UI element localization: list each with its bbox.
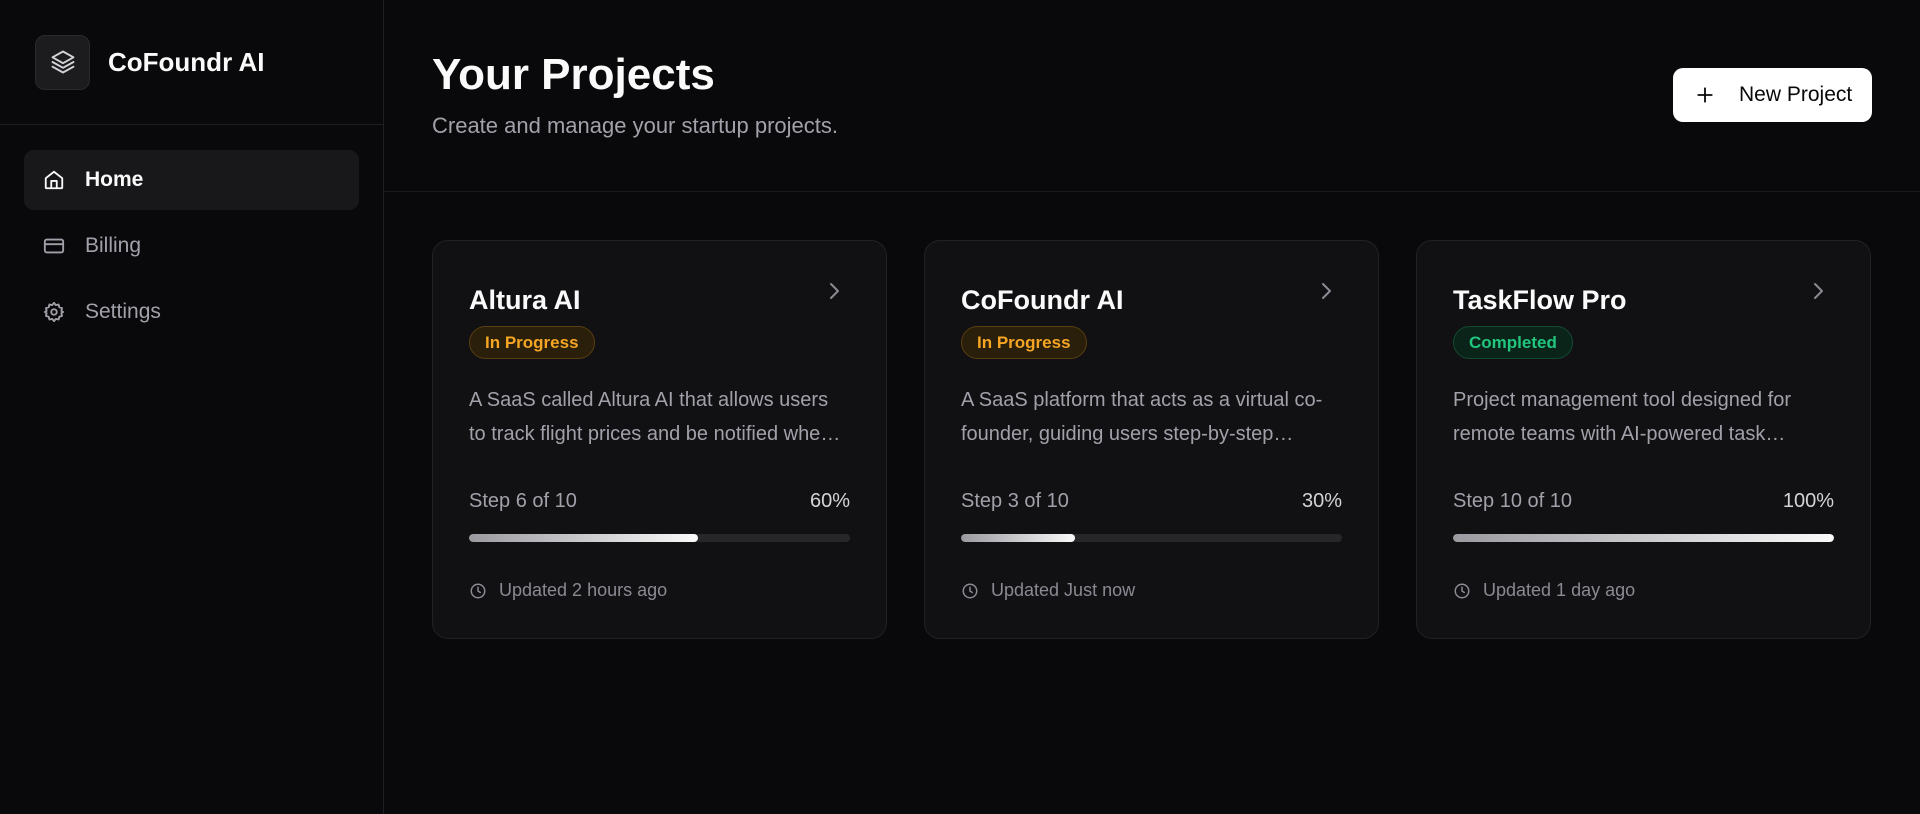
page-subtitle: Create and manage your startup projects. [432, 113, 839, 138]
chevron-right-icon[interactable] [1806, 279, 1830, 303]
project-description: A SaaS platform that acts as a virtual c… [961, 389, 1323, 445]
progress-bar [1453, 534, 1834, 542]
sidebar-item-settings[interactable]: Settings [24, 282, 359, 342]
status-badge: Completed [1453, 326, 1573, 359]
project-card[interactable]: CoFoundr AI In Progress A SaaS platform … [924, 240, 1379, 639]
credit-card-icon [42, 234, 66, 258]
project-description: A SaaS called Altura AI that allows user… [469, 389, 832, 445]
clock-icon [961, 581, 981, 601]
progress-info: Step 3 of 10 30% [961, 490, 1342, 513]
progress-bar-fill [469, 534, 698, 542]
brand-name: CoFoundr AI [108, 46, 265, 77]
new-project-button[interactable]: New Project [1673, 68, 1872, 122]
project-name: CoFoundr AI [961, 285, 1124, 315]
plus-icon [1695, 85, 1715, 105]
progress-bar [469, 534, 850, 542]
layers-logo-icon [35, 34, 90, 90]
project-name: Altura AI [469, 285, 581, 315]
progress-bar [961, 534, 1342, 542]
new-project-label: New Project [1739, 83, 1853, 106]
app-root: CoFoundr AI Home Billing Settings Your P… [0, 0, 1920, 814]
brand[interactable]: CoFoundr AI [0, 0, 383, 125]
updated-text: Updated Just now [991, 580, 1136, 600]
progress-info: Step 10 of 10 100% [1453, 490, 1834, 513]
chevron-right-icon[interactable] [822, 279, 846, 303]
project-card[interactable]: Altura AI In Progress A SaaS called Altu… [432, 240, 887, 639]
clock-icon [469, 581, 489, 601]
progress-percent: 100% [1782, 490, 1834, 512]
progress-bar-fill [1453, 534, 1834, 542]
sidebar: CoFoundr AI Home Billing Settings [0, 0, 384, 814]
page-title: Your Projects [432, 50, 715, 99]
sidebar-item-label: Settings [85, 300, 161, 323]
sidebar-nav: Home Billing Settings [0, 125, 383, 373]
progress-info: Step 6 of 10 60% [469, 490, 850, 513]
sidebar-item-home[interactable]: Home [24, 150, 359, 210]
projects-grid: Altura AI In Progress A SaaS called Altu… [432, 240, 1871, 639]
updated-info: Updated Just now [961, 580, 1135, 601]
status-badge: In Progress [961, 326, 1087, 359]
chevron-right-icon[interactable] [1314, 279, 1338, 303]
sidebar-item-label: Home [85, 168, 144, 191]
progress-percent: 30% [1301, 490, 1342, 512]
updated-info: Updated 2 hours ago [469, 580, 667, 601]
step-label: Step 3 of 10 [961, 490, 1069, 512]
sidebar-item-label: Billing [85, 234, 142, 257]
step-label: Step 10 of 10 [1453, 490, 1572, 512]
progress-bar-fill [961, 534, 1076, 542]
project-name: TaskFlow Pro [1453, 285, 1627, 315]
status-badge: In Progress [469, 326, 595, 359]
project-description: Project management tool designed for rem… [1453, 389, 1791, 445]
main-content: Your Projects Create and manage your sta… [384, 0, 1920, 814]
updated-text: Updated 2 hours ago [499, 580, 668, 600]
clock-icon [1453, 581, 1473, 601]
updated-info: Updated 1 day ago [1453, 580, 1635, 601]
updated-text: Updated 1 day ago [1483, 580, 1636, 600]
page-header: Your Projects Create and manage your sta… [384, 0, 1920, 192]
project-card[interactable]: TaskFlow Pro Completed Project managemen… [1416, 240, 1871, 639]
sidebar-item-billing[interactable]: Billing [24, 216, 359, 276]
gear-icon [42, 300, 66, 324]
progress-percent: 60% [809, 490, 850, 512]
step-label: Step 6 of 10 [469, 490, 577, 512]
home-icon [42, 168, 66, 192]
